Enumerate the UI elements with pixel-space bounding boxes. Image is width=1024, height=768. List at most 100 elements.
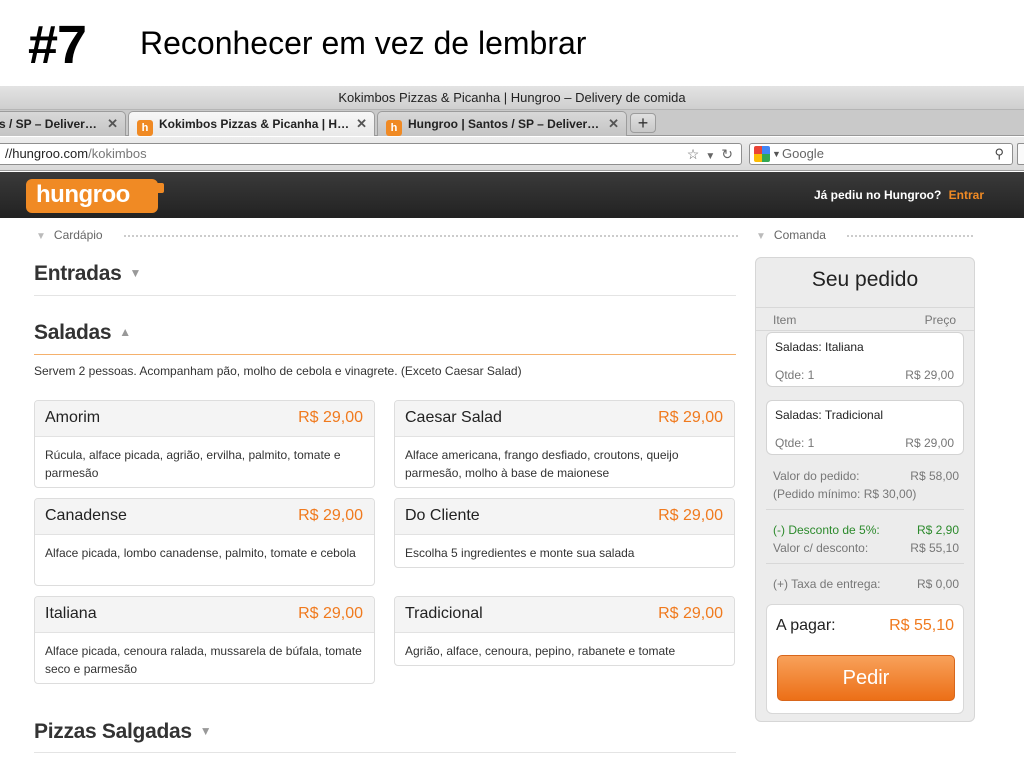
order-item-italiana[interactable]: Saladas: Italiana Qtde: 1 R$ 29,00 xyxy=(766,332,964,387)
item-description: Alface picada, cenoura ralada, mussarela… xyxy=(45,644,362,676)
item-name: Amorim xyxy=(45,409,101,426)
menu-item-italiana[interactable]: Italiana R$ 29,00 Alface picada, cenoura… xyxy=(34,596,375,684)
item-description: Alface picada, lombo canadense, palmito,… xyxy=(45,546,356,560)
tab-kokimbos[interactable]: h Kokimbos Pizzas & Picanha | H… ✕ xyxy=(128,111,375,136)
tab-label: s / SP – Deliver… xyxy=(0,117,97,131)
tab-label: Kokimbos Pizzas & Picanha | H… xyxy=(159,117,350,131)
triangle-down-icon: ▼ xyxy=(199,724,212,738)
item-price: R$ 29,00 xyxy=(658,605,723,622)
item-price: R$ 29,00 xyxy=(298,605,363,622)
new-tab-button[interactable]: + xyxy=(630,113,656,133)
total-box: A pagar: R$ 55,10 Pedir xyxy=(766,604,964,714)
triangle-down-icon: ▼ xyxy=(129,266,142,280)
site-header: hungroo Já pediu no Hungroo? Entrar xyxy=(0,172,1024,218)
menu-item-do-cliente[interactable]: Do Cliente R$ 29,00 Escolha 5 ingredient… xyxy=(394,498,735,568)
hungroo-favicon-icon: h xyxy=(386,120,402,136)
divider xyxy=(766,509,964,510)
delivery-fee-label: (+) Taxa de entrega: xyxy=(773,577,881,591)
order-item-name: Saladas: Italiana xyxy=(775,340,864,354)
divider xyxy=(124,235,738,237)
column-item: Item xyxy=(773,313,797,327)
reload-icon[interactable]: ↻ xyxy=(721,146,733,162)
menu-item-amorim[interactable]: Amorim R$ 29,00 Rúcula, alface picada, a… xyxy=(34,400,375,488)
hungroo-favicon-icon: h xyxy=(137,120,153,136)
subtotal-label: Valor do pedido: xyxy=(773,469,860,483)
close-icon[interactable]: ✕ xyxy=(107,112,118,136)
category-pizzas-salgadas[interactable]: Pizzas Salgadas ▼ xyxy=(34,720,212,744)
slide-title: Reconhecer em vez de lembrar xyxy=(140,25,587,61)
search-input[interactable]: ▼ Google ⚲ xyxy=(749,143,1013,165)
chevron-down-icon[interactable]: ▼ xyxy=(772,144,781,164)
login-link[interactable]: Entrar xyxy=(949,188,984,202)
divider xyxy=(847,235,973,237)
menu-item-canadense[interactable]: Canadense R$ 29,00 Alface picada, lombo … xyxy=(34,498,375,586)
discount-label: (-) Desconto de 5%: xyxy=(773,523,880,537)
order-item-tradicional[interactable]: Saladas: Tradicional Qtde: 1 R$ 29,00 xyxy=(766,400,964,455)
toolbar-button-stub[interactable] xyxy=(1017,143,1024,165)
login-question: Já pediu no Hungroo? xyxy=(813,188,942,202)
item-name: Caesar Salad xyxy=(405,409,502,426)
submit-order-button[interactable]: Pedir xyxy=(777,655,955,701)
divider xyxy=(34,295,736,296)
order-item-price: R$ 29,00 xyxy=(905,368,954,382)
tab-santos-left[interactable]: s / SP – Deliver… ✕ xyxy=(0,111,126,136)
discounted-value: R$ 55,10 xyxy=(910,541,959,555)
minimum-order-text: (Pedido mínimo: R$ 30,00) xyxy=(773,487,917,501)
triangle-up-icon: ▲ xyxy=(119,325,131,339)
item-price: R$ 29,00 xyxy=(298,409,363,426)
menu-item-caesar-salad[interactable]: Caesar Salad R$ 29,00 Alface americana, … xyxy=(394,400,735,488)
order-item-price: R$ 29,00 xyxy=(905,436,954,450)
item-name: Canadense xyxy=(45,507,127,524)
subtotal-value: R$ 58,00 xyxy=(910,469,959,483)
discount-value: R$ 2,90 xyxy=(916,523,959,537)
order-table-header: Item Preço xyxy=(756,307,974,331)
item-price: R$ 29,00 xyxy=(298,507,363,524)
triangle-down-icon: ▼ xyxy=(36,231,46,242)
url-host: //hungroo.com xyxy=(5,146,89,161)
item-price: R$ 29,00 xyxy=(658,409,723,426)
order-item-qty: Qtde: 1 xyxy=(775,368,815,382)
category-description: Servem 2 pessoas. Acompanham pão, molho … xyxy=(34,364,522,378)
column-price: Preço xyxy=(924,313,956,327)
order-item-qty: Qtde: 1 xyxy=(775,436,815,450)
item-description: Alface americana, frango desfiado, crout… xyxy=(405,448,679,480)
triangle-down-icon: ▼ xyxy=(756,231,766,242)
dropdown-icon[interactable]: ▼ xyxy=(705,151,715,162)
slide-number: #7 xyxy=(28,15,87,75)
item-name: Italiana xyxy=(45,605,97,622)
star-icon[interactable]: ☆ xyxy=(687,146,700,162)
total-label: A pagar: xyxy=(776,617,836,634)
hungroo-logo[interactable]: hungroo xyxy=(26,179,164,213)
category-entradas[interactable]: Entradas ▼ xyxy=(34,262,141,286)
item-description: Agrião, alface, cenoura, pepino, rabanet… xyxy=(405,644,676,658)
tab-hungroo-santos[interactable]: h Hungroo | Santos / SP – Deliver… ✕ xyxy=(377,111,627,136)
tab-label: Hungroo | Santos / SP – Deliver… xyxy=(408,117,600,131)
item-name: Tradicional xyxy=(405,605,483,622)
login-prompt: Já pediu no Hungroo? Entrar xyxy=(814,172,984,218)
close-icon[interactable]: ✕ xyxy=(356,112,367,136)
item-price: R$ 29,00 xyxy=(658,507,723,524)
item-description: Escolha 5 ingredientes e monte sua salad… xyxy=(405,546,635,560)
close-icon[interactable]: ✕ xyxy=(608,112,619,136)
order-panel: Seu pedido Item Preço Saladas: Italiana … xyxy=(755,257,975,722)
address-bar[interactable]: //hungroo.com/kokimbos ☆ ▼ ↻ xyxy=(0,143,742,165)
url-path: /kokimbos xyxy=(88,146,147,161)
divider xyxy=(766,563,964,564)
search-icon[interactable]: ⚲ xyxy=(994,144,1004,164)
order-title: Seu pedido xyxy=(811,268,919,291)
order-item-name: Saladas: Tradicional xyxy=(775,408,884,422)
divider xyxy=(34,752,736,753)
window-title: Kokimbos Pizzas & Picanha | Hungroo – De… xyxy=(0,86,1024,110)
total-value: R$ 55,10 xyxy=(889,617,954,634)
category-saladas[interactable]: Saladas ▲ xyxy=(34,321,131,345)
google-icon[interactable] xyxy=(754,146,770,162)
section-label-comanda: ▼ Comanda xyxy=(756,228,826,242)
item-description: Rúcula, alface picada, agrião, ervilha, … xyxy=(45,448,341,480)
delivery-fee-value: R$ 0,00 xyxy=(916,577,959,591)
divider xyxy=(34,354,736,355)
discounted-label: Valor c/ desconto: xyxy=(773,541,869,555)
menu-item-tradicional[interactable]: Tradicional R$ 29,00 Agrião, alface, cen… xyxy=(394,596,735,666)
tab-bar: s / SP – Deliver… ✕ h Kokimbos Pizzas & P… xyxy=(0,110,1024,136)
search-placeholder: Google xyxy=(782,146,824,161)
item-name: Do Cliente xyxy=(405,507,480,524)
